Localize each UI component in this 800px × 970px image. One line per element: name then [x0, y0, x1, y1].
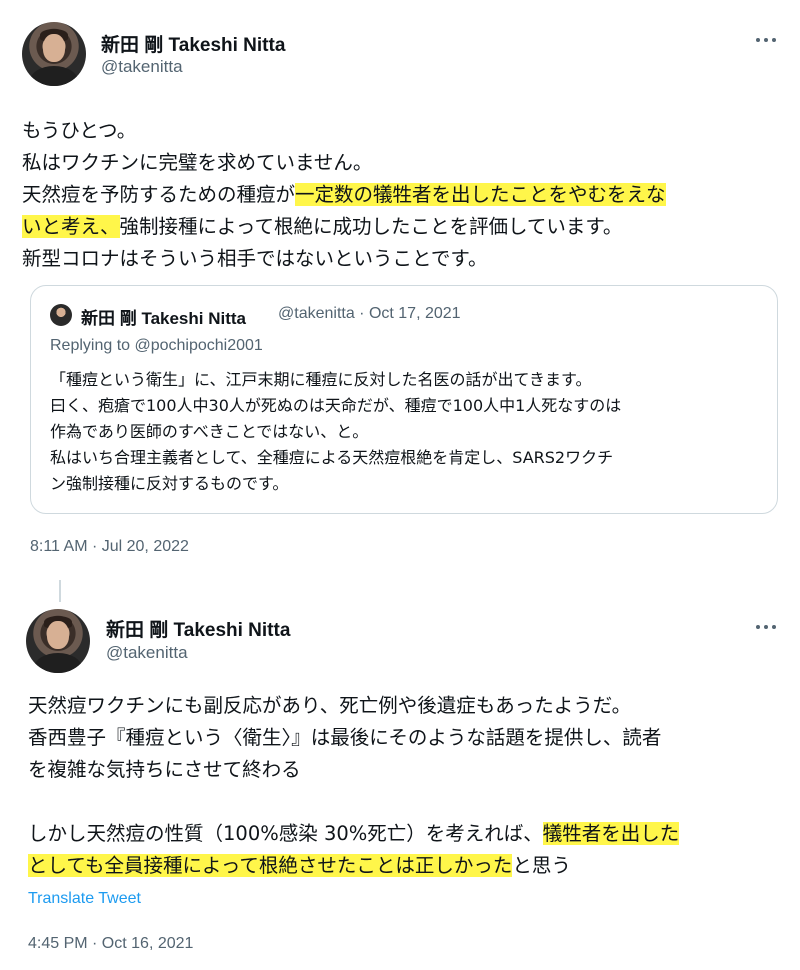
- tweet[interactable]: 新田 剛 Takeshi Nitta @takenitta 天然痘ワクチンにも副…: [0, 585, 800, 970]
- text-segment: を複雑な気持ちにさせて終わる: [28, 758, 301, 781]
- quoted-text-line: 作為であり医師のすべきことではない、と。: [50, 422, 369, 441]
- timestamp[interactable]: 4:45 PM · Oct 16, 2021: [28, 935, 193, 953]
- text-segment: 私はワクチンに完璧を求めていません。: [22, 151, 373, 174]
- quoted-meta: @takenitta · Oct 17, 2021: [278, 305, 461, 322]
- quoted-text-line: 曰く、疱瘡で100人中30人が死ぬのは天命だが、種痘で100人中1人死なすのは: [50, 396, 622, 415]
- tweet-text-line: としても全員接種によって根絶させたことは正しかったと思う: [28, 850, 679, 882]
- tweet-text: 天然痘ワクチンにも副反応があり、死亡例や後遺症もあったようだ。香西豊子『種痘とい…: [28, 690, 680, 882]
- tweet-text-line: もうひとつ。: [22, 115, 666, 147]
- text-segment: と思う: [512, 854, 571, 877]
- highlighted-text: 犠牲者を出した: [542, 822, 680, 845]
- more-options-icon[interactable]: [754, 615, 778, 639]
- quoted-text: 「種痘という衛生」に、江戸末期に種痘に反対した名医の話が出てきます。 曰く、疱瘡…: [50, 367, 621, 497]
- text-segment: 香西豊子『種痘という〈衛生〉』は最後にそのような話題を提供し、読者: [28, 726, 662, 749]
- text-segment: 強制接種によって根絶に成功したことを評価しています。: [119, 215, 623, 238]
- avatar[interactable]: [22, 22, 86, 86]
- highlighted-text: 一定数の犠牲者を出したことをやむをえな: [295, 183, 666, 206]
- quoted-display-name: 新田 剛 Takeshi Nitta: [81, 309, 246, 328]
- tweet-text-line: 香西豊子『種痘という〈衛生〉』は最後にそのような話題を提供し、読者: [28, 722, 679, 754]
- display-name[interactable]: 新田 剛 Takeshi Nitta: [106, 615, 290, 642]
- text-segment: もうひとつ。: [22, 119, 137, 142]
- handle[interactable]: @takenitta: [106, 643, 188, 663]
- quoted-text-line: ン強制接種に反対するものです。: [50, 474, 289, 493]
- tweet-text-line: を複雑な気持ちにさせて終わる: [28, 754, 679, 786]
- tweet[interactable]: 新田 剛 Takeshi Nitta @takenitta もうひとつ。私はワク…: [0, 0, 800, 570]
- avatar[interactable]: [26, 609, 90, 673]
- tweet-text-line: いと考え、強制接種によって根絶に成功したことを評価しています。: [22, 211, 666, 243]
- highlighted-text: としても全員接種によって根絶させたことは正しかった: [28, 854, 513, 877]
- text-segment: 天然痘を予防するための種痘が: [22, 183, 296, 206]
- tweet-text-line: 天然痘を予防するための種痘が一定数の犠牲者を出したことをやむをえな: [22, 179, 666, 211]
- highlighted-text: いと考え、: [22, 215, 120, 238]
- more-options-icon[interactable]: [754, 28, 778, 52]
- display-name[interactable]: 新田 剛 Takeshi Nitta: [101, 30, 285, 57]
- tweet-text-line: 天然痘ワクチンにも副反応があり、死亡例や後遺症もあったようだ。: [28, 690, 679, 722]
- quoted-text-line: 「種痘という衛生」に、江戸末期に種痘に反対した名医の話が出てきます。: [50, 370, 592, 389]
- text-segment: 新型コロナはそういう相手ではないということです。: [22, 247, 488, 270]
- quoted-text-line: 私はいち合理主義者として、全種痘による天然痘根絶を肯定し、SARS2ワクチ: [50, 448, 614, 467]
- avatar: [50, 304, 72, 326]
- tweet-text-line: しかし天然痘の性質（100%感染 30%死亡）を考えれば、犠牲者を出した: [28, 818, 680, 850]
- text-segment: 天然痘ワクチンにも副反応があり、死亡例や後遺症もあったようだ。: [28, 694, 632, 717]
- tweet-text: もうひとつ。 私はワクチンに完璧を求めていません。 天然痘を予防するための種痘が一定…: [22, 115, 666, 275]
- tweet-text-line: [28, 786, 679, 818]
- translate-tweet-link[interactable]: Translate Tweet: [28, 890, 141, 908]
- text-segment: しかし天然痘の性質（100%感染 30%死亡）を考えれば、: [28, 822, 543, 845]
- tweet-text-line: 新型コロナはそういう相手ではないということです。: [22, 243, 666, 275]
- timestamp[interactable]: 8:11 AM · Jul 20, 2022: [30, 538, 189, 556]
- replying-to: Replying to @pochipochi2001: [50, 337, 263, 354]
- handle[interactable]: @takenitta: [101, 57, 183, 77]
- tweet-text-line: 私はワクチンに完璧を求めていません。: [22, 147, 666, 179]
- quoted-tweet[interactable]: 新田 剛 Takeshi Nitta @takenitta · Oct 17, …: [30, 285, 778, 514]
